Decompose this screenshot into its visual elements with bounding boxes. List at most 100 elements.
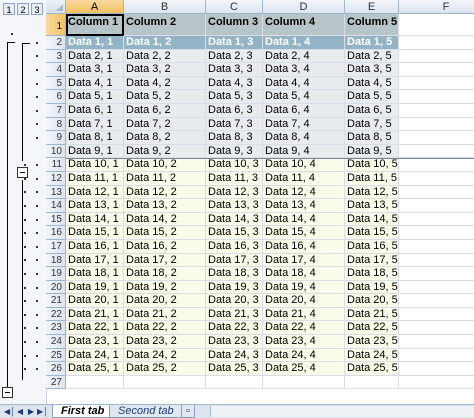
cell-b22[interactable]: Data 21, 2 bbox=[124, 307, 206, 322]
collapse-group1-button[interactable] bbox=[17, 167, 28, 178]
row-header-13[interactable]: 13 bbox=[46, 185, 66, 200]
cell-b10[interactable]: Data 9, 2 bbox=[124, 144, 206, 159]
cell-e14[interactable]: Data 13, 5 bbox=[345, 199, 399, 213]
cell-f9[interactable] bbox=[399, 131, 474, 145]
cell-f17[interactable] bbox=[399, 239, 474, 254]
cell-c24[interactable]: Data 23, 3 bbox=[206, 335, 263, 349]
cell-e23[interactable]: Data 22, 5 bbox=[345, 321, 399, 336]
cell-b26[interactable]: Data 25, 2 bbox=[124, 362, 206, 376]
column-header-e[interactable]: E bbox=[345, 0, 399, 14]
cell-c8[interactable]: Data 7, 3 bbox=[206, 117, 263, 132]
cell-a9[interactable]: Data 8, 1 bbox=[66, 131, 124, 145]
cell-f12[interactable] bbox=[399, 171, 474, 186]
cell-a8[interactable]: Data 7, 1 bbox=[66, 117, 124, 132]
cell-b20[interactable]: Data 19, 2 bbox=[124, 280, 206, 295]
cell-b27[interactable] bbox=[124, 375, 206, 390]
cell-b19[interactable]: Data 18, 2 bbox=[124, 267, 206, 281]
cell-e16[interactable]: Data 15, 5 bbox=[345, 226, 399, 240]
cell-c7[interactable]: Data 6, 3 bbox=[206, 103, 263, 118]
cell-f4[interactable] bbox=[399, 63, 474, 77]
cell-d1[interactable]: Column 4 bbox=[263, 14, 345, 36]
cell-e7[interactable]: Data 6, 5 bbox=[345, 103, 399, 118]
cell-f6[interactable] bbox=[399, 90, 474, 104]
cell-c20[interactable]: Data 19, 3 bbox=[206, 280, 263, 295]
cell-a13[interactable]: Data 12, 1 bbox=[66, 185, 124, 200]
column-header-d[interactable]: D bbox=[263, 0, 345, 14]
cell-e1[interactable]: Column 5 bbox=[345, 14, 399, 36]
cell-e2[interactable]: Data 1, 5 bbox=[345, 36, 399, 50]
cell-b2[interactable]: Data 1, 2 bbox=[124, 36, 206, 50]
cell-f22[interactable] bbox=[399, 307, 474, 322]
cell-e24[interactable]: Data 23, 5 bbox=[345, 335, 399, 349]
cell-a24[interactable]: Data 23, 1 bbox=[66, 335, 124, 349]
row-header-25[interactable]: 25 bbox=[46, 348, 66, 363]
cell-d2[interactable]: Data 1, 4 bbox=[263, 36, 345, 50]
cell-c9[interactable]: Data 8, 3 bbox=[206, 131, 263, 145]
cell-a16[interactable]: Data 15, 1 bbox=[66, 226, 124, 240]
cell-a10[interactable]: Data 9, 1 bbox=[66, 144, 124, 159]
cell-c5[interactable]: Data 4, 3 bbox=[206, 76, 263, 91]
cell-d7[interactable]: Data 6, 4 bbox=[263, 103, 345, 118]
cell-c15[interactable]: Data 14, 3 bbox=[206, 212, 263, 227]
cell-f24[interactable] bbox=[399, 335, 474, 349]
cell-c12[interactable]: Data 11, 3 bbox=[206, 171, 263, 186]
cell-c14[interactable]: Data 13, 3 bbox=[206, 199, 263, 213]
cell-f3[interactable] bbox=[399, 49, 474, 64]
row-header-22[interactable]: 22 bbox=[46, 307, 66, 322]
row-header-9[interactable]: 9 bbox=[46, 131, 66, 145]
cell-f2[interactable] bbox=[399, 36, 474, 50]
cell-f15[interactable] bbox=[399, 212, 474, 227]
cell-d10[interactable]: Data 9, 4 bbox=[263, 144, 345, 159]
cell-a25[interactable]: Data 24, 1 bbox=[66, 348, 124, 363]
cell-f13[interactable] bbox=[399, 185, 474, 200]
cell-a2[interactable]: Data 1, 1 bbox=[66, 36, 124, 50]
cell-e18[interactable]: Data 17, 5 bbox=[345, 253, 399, 268]
cell-d16[interactable]: Data 15, 4 bbox=[263, 226, 345, 240]
cell-b24[interactable]: Data 23, 2 bbox=[124, 335, 206, 349]
cell-c19[interactable]: Data 18, 3 bbox=[206, 267, 263, 281]
cell-d12[interactable]: Data 11, 4 bbox=[263, 171, 345, 186]
row-header-2[interactable]: 2 bbox=[46, 36, 66, 50]
cell-f1[interactable] bbox=[399, 14, 474, 36]
cell-b8[interactable]: Data 7, 2 bbox=[124, 117, 206, 132]
cell-c2[interactable]: Data 1, 3 bbox=[206, 36, 263, 50]
cell-e13[interactable]: Data 12, 5 bbox=[345, 185, 399, 200]
row-header-15[interactable]: 15 bbox=[46, 212, 66, 227]
cell-a19[interactable]: Data 18, 1 bbox=[66, 267, 124, 281]
cell-c18[interactable]: Data 17, 3 bbox=[206, 253, 263, 268]
row-header-6[interactable]: 6 bbox=[46, 90, 66, 104]
cell-e10[interactable]: Data 9, 5 bbox=[345, 144, 399, 159]
row-header-1[interactable]: 1 bbox=[46, 14, 66, 36]
cell-c22[interactable]: Data 21, 3 bbox=[206, 307, 263, 322]
cell-c26[interactable]: Data 25, 3 bbox=[206, 362, 263, 376]
cell-d17[interactable]: Data 16, 4 bbox=[263, 239, 345, 254]
cell-b16[interactable]: Data 15, 2 bbox=[124, 226, 206, 240]
row-header-3[interactable]: 3 bbox=[46, 49, 66, 64]
cell-b18[interactable]: Data 17, 2 bbox=[124, 253, 206, 268]
row-header-4[interactable]: 4 bbox=[46, 63, 66, 77]
cell-d4[interactable]: Data 3, 4 bbox=[263, 63, 345, 77]
collapse-all-button[interactable] bbox=[2, 387, 13, 398]
row-header-21[interactable]: 21 bbox=[46, 294, 66, 308]
cell-e25[interactable]: Data 24, 5 bbox=[345, 348, 399, 363]
cell-f7[interactable] bbox=[399, 103, 474, 118]
cell-b25[interactable]: Data 24, 2 bbox=[124, 348, 206, 363]
cell-e12[interactable]: Data 11, 5 bbox=[345, 171, 399, 186]
row-header-24[interactable]: 24 bbox=[46, 335, 66, 349]
cell-e4[interactable]: Data 3, 5 bbox=[345, 63, 399, 77]
cell-e20[interactable]: Data 19, 5 bbox=[345, 280, 399, 295]
cell-d6[interactable]: Data 5, 4 bbox=[263, 90, 345, 104]
cell-e3[interactable]: Data 2, 5 bbox=[345, 49, 399, 64]
cell-d8[interactable]: Data 7, 4 bbox=[263, 117, 345, 132]
cell-b1[interactable]: Column 2 bbox=[124, 14, 206, 36]
cell-a27[interactable] bbox=[66, 375, 124, 390]
cell-d14[interactable]: Data 13, 4 bbox=[263, 199, 345, 213]
cell-c23[interactable]: Data 22, 3 bbox=[206, 321, 263, 336]
cell-b13[interactable]: Data 12, 2 bbox=[124, 185, 206, 200]
outline-level-button-3[interactable]: 3 bbox=[31, 3, 43, 15]
select-all-button[interactable] bbox=[46, 0, 66, 14]
cell-a6[interactable]: Data 5, 1 bbox=[66, 90, 124, 104]
cell-b7[interactable]: Data 6, 2 bbox=[124, 103, 206, 118]
cell-f8[interactable] bbox=[399, 117, 474, 132]
row-header-14[interactable]: 14 bbox=[46, 199, 66, 213]
